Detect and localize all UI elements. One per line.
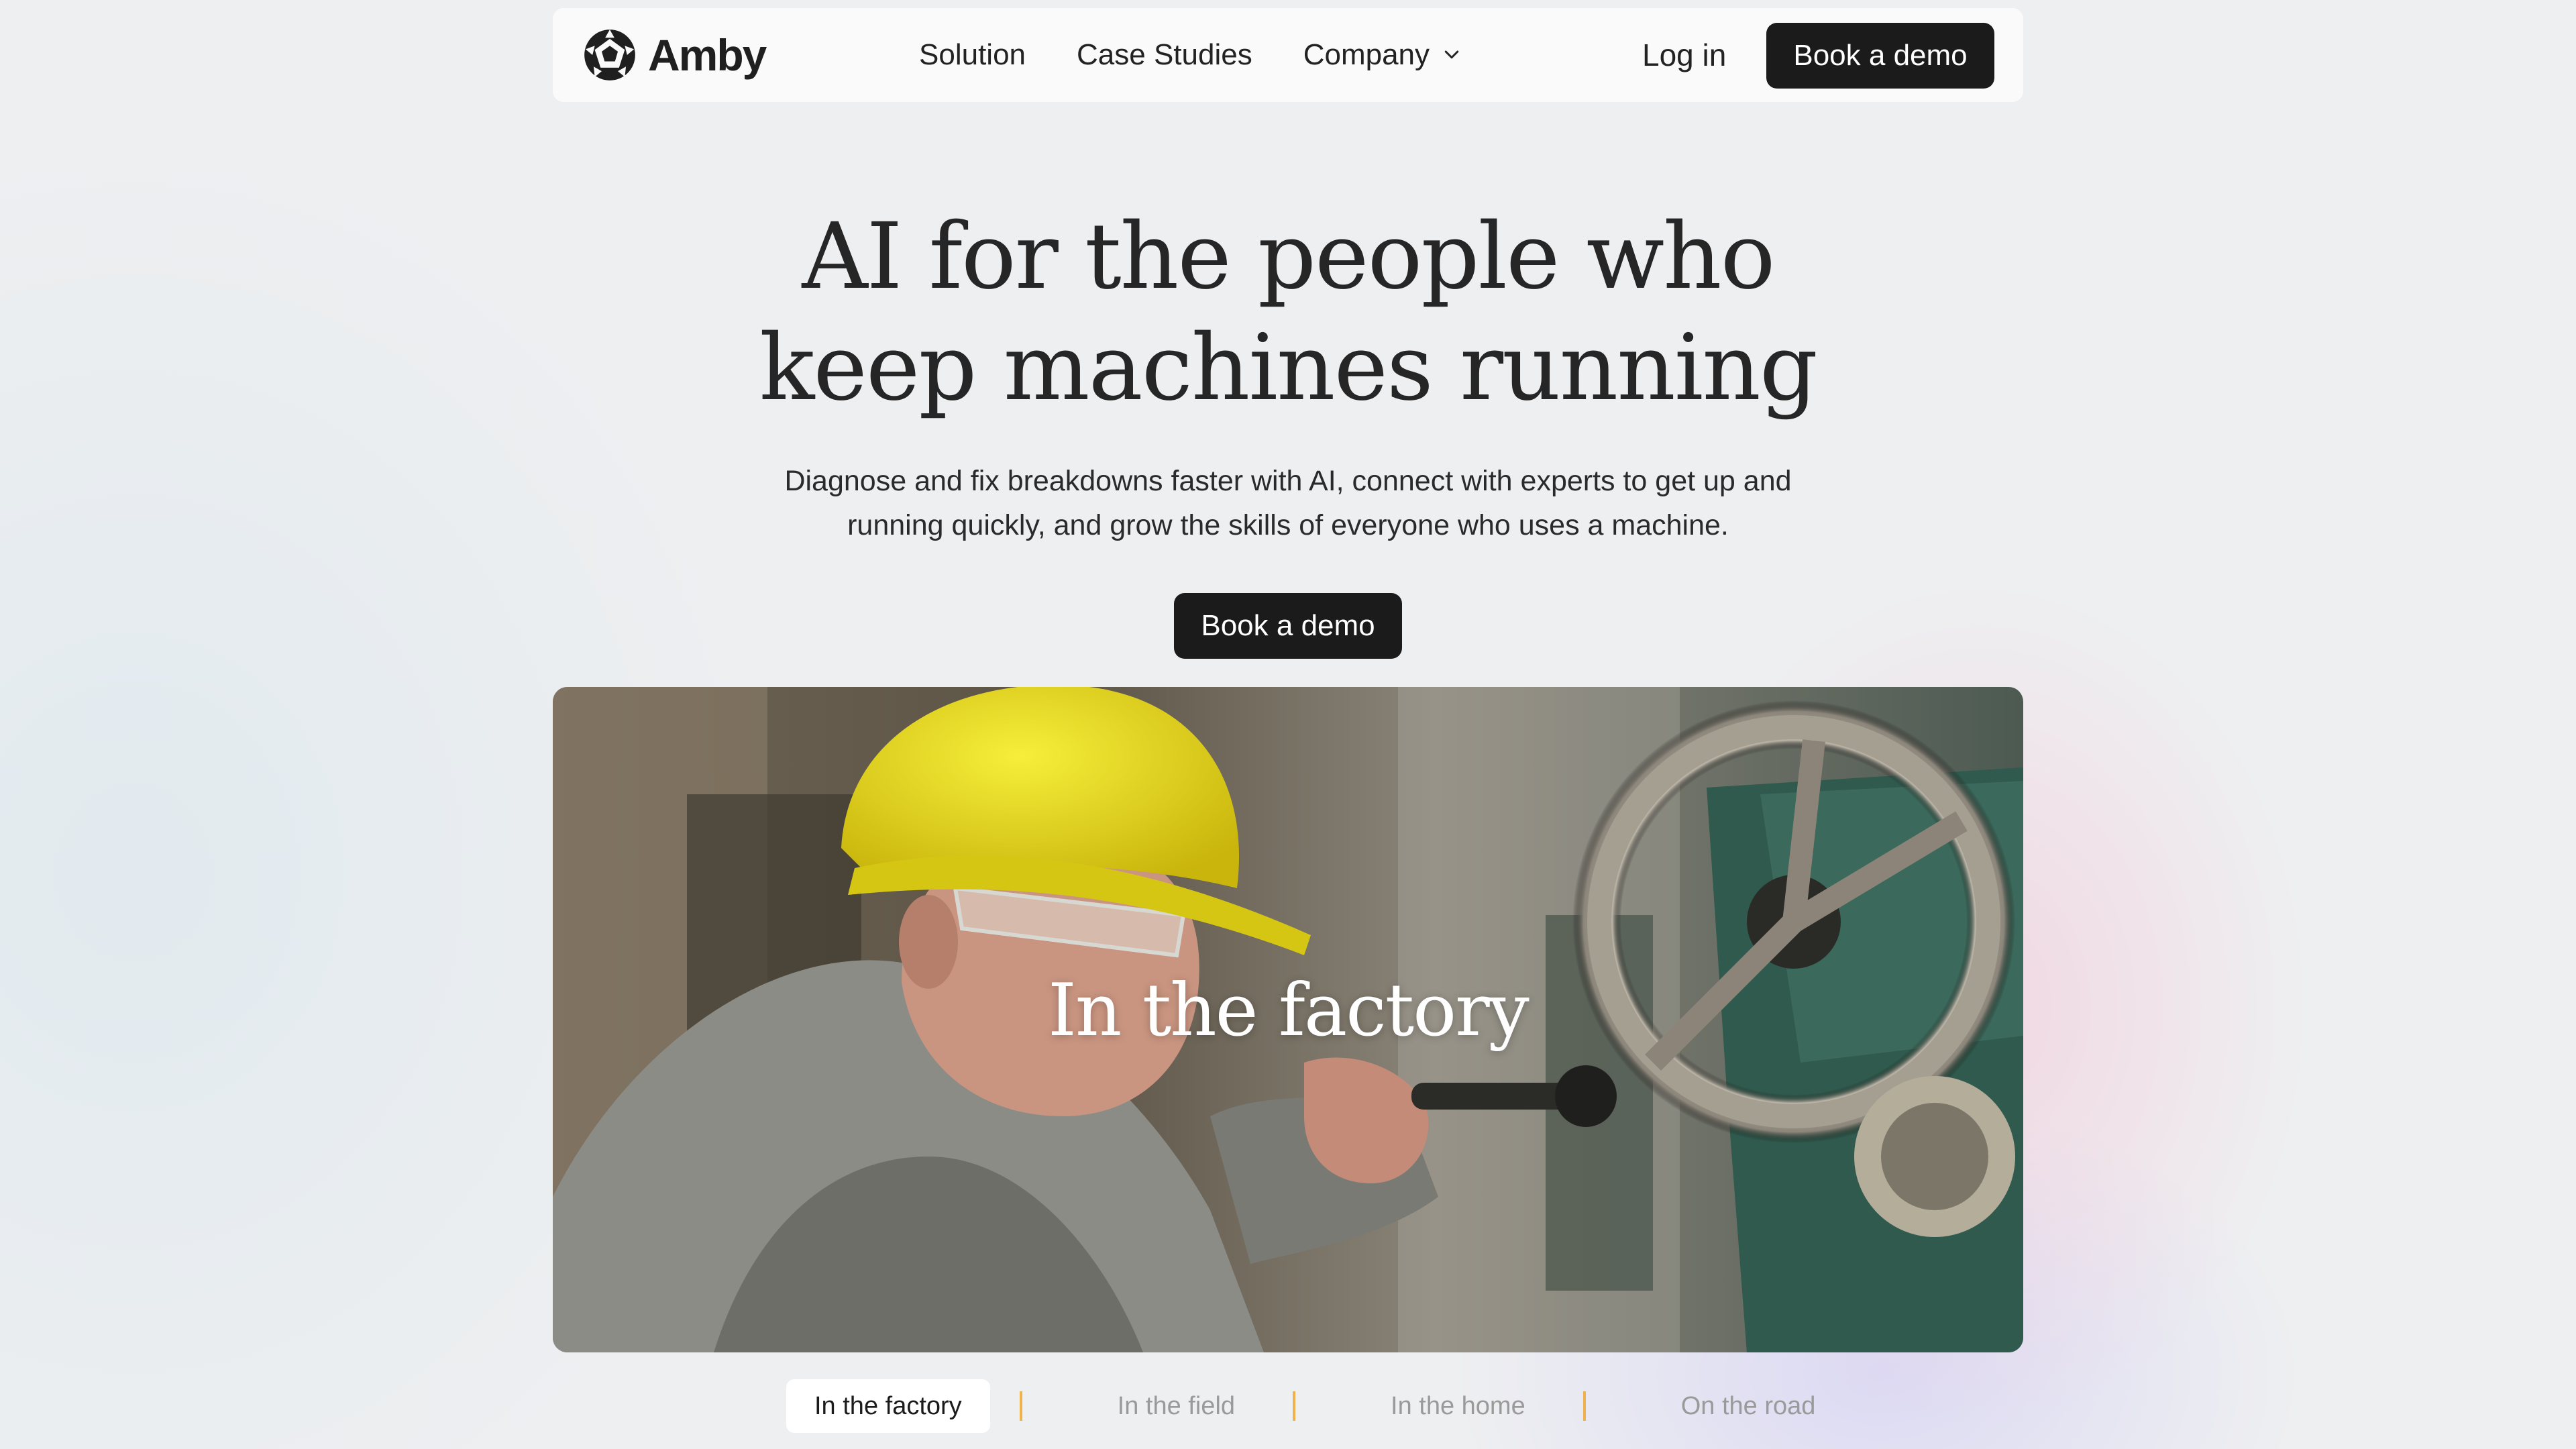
nav-book-demo-button[interactable]: Book a demo <box>1766 23 1994 89</box>
tab-separator <box>1293 1391 1296 1421</box>
tab-on-the-road[interactable]: On the road <box>1653 1379 1844 1433</box>
hero-subtitle: Diagnose and fix breakdowns faster with … <box>738 459 1838 547</box>
nav-link-company[interactable]: Company <box>1303 38 1462 72</box>
hero-subtitle-line-2: running quickly, and grow the skills of … <box>847 509 1729 541</box>
tab-in-the-field[interactable]: In the field <box>1089 1379 1263 1433</box>
brand-name: Amby <box>648 30 767 80</box>
nav-link-case-studies[interactable]: Case Studies <box>1077 38 1252 72</box>
tab-in-the-factory[interactable]: In the factory <box>786 1379 990 1433</box>
nav-links: Solution Case Studies Company <box>919 8 1513 102</box>
hero-title-line-1: AI for the people who <box>802 204 1775 310</box>
amby-logo-icon <box>584 30 635 80</box>
hero-title-line-2: keep machines running <box>759 315 1818 421</box>
brand-logo[interactable]: Amby <box>581 27 767 83</box>
use-case-tabs: In the factory In the field In the home … <box>786 1379 1843 1433</box>
nav-link-label: Solution <box>919 38 1026 71</box>
hero-title: AI for the people who keep machines runn… <box>0 201 2576 424</box>
hero-video[interactable]: In the factory <box>553 687 2023 1352</box>
tab-separator <box>1582 1391 1586 1421</box>
chevron-down-icon <box>1444 50 1459 59</box>
nav-link-label: Case Studies <box>1077 38 1252 71</box>
tab-separator <box>1019 1391 1022 1421</box>
media-caption: In the factory <box>1048 969 1529 1053</box>
tab-in-the-home[interactable]: In the home <box>1362 1379 1554 1433</box>
hero-subtitle-line-1: Diagnose and fix breakdowns faster with … <box>784 465 1792 497</box>
login-link[interactable]: Log in <box>1642 8 1726 102</box>
top-navigation: Amby Solution Case Studies Company Log i… <box>553 8 2023 102</box>
hero-book-demo-button[interactable]: Book a demo <box>1174 593 1402 659</box>
nav-link-label: Company <box>1303 38 1430 71</box>
nav-link-solution[interactable]: Solution <box>919 38 1026 72</box>
